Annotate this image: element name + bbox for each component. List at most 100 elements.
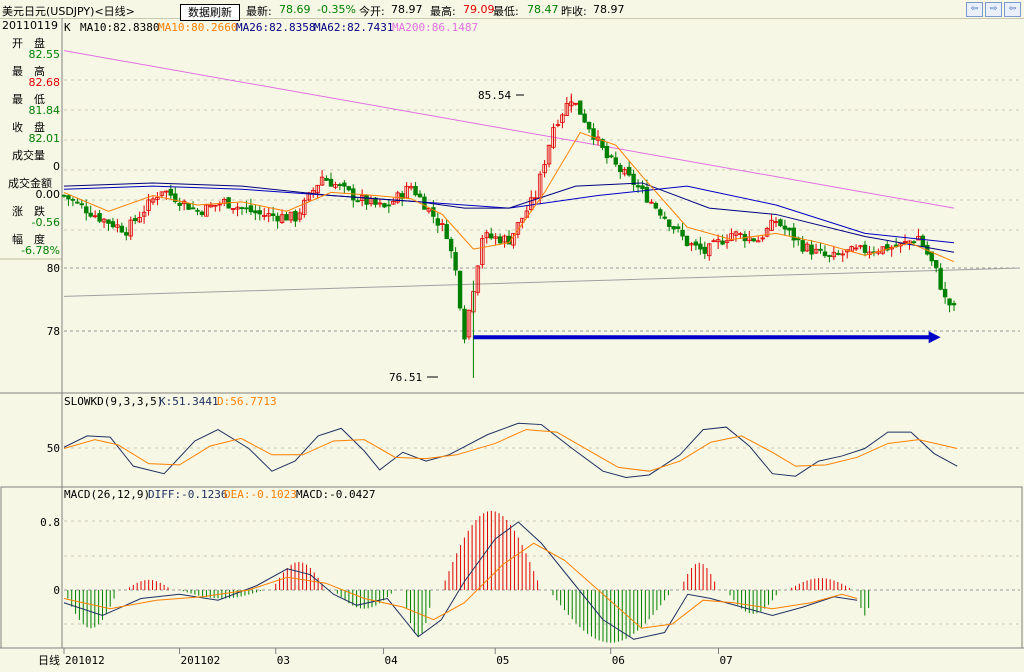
macd-value-label: MACD:-0.0427 (296, 488, 375, 501)
candle-body (934, 260, 939, 268)
candle-body (635, 185, 641, 188)
candle-body (822, 251, 828, 257)
ma10-polyline (63, 131, 955, 263)
close-price-value: 82.01 (28, 132, 61, 145)
support-arrow (473, 331, 941, 344)
candle-body (195, 209, 200, 212)
pct-value: -6.78% (21, 244, 60, 257)
candle-body (444, 224, 449, 240)
candle-body (578, 100, 583, 115)
candle-body (662, 216, 667, 219)
candle-body (693, 241, 699, 246)
high-price-value: 82.68 (28, 76, 61, 89)
candle-body (70, 198, 76, 201)
candle-body (626, 166, 632, 176)
x-tick-label: 05 (496, 654, 509, 667)
candle-body (791, 227, 796, 241)
candle-body (75, 201, 80, 204)
candle-body (836, 253, 841, 255)
candle-body (66, 195, 71, 200)
candle-body (355, 200, 360, 203)
quote-info-panel: 20110119 开 盘 82.55 最 高 82.68 最 低 81.84 收… (0, 19, 62, 259)
macd-panel-frame (0, 486, 1023, 649)
candle-body (199, 211, 205, 215)
volume-label: 成交量 (12, 149, 45, 162)
ma26-legend: MA26:82.8358 (236, 21, 315, 34)
ma10b-legend: MA10:80.2660 (158, 21, 237, 34)
candle-body (244, 207, 249, 210)
candle-body (186, 203, 191, 210)
candle-body (644, 186, 650, 203)
grid-lines (0, 18, 1024, 649)
arrow-head (928, 331, 941, 344)
amount-value: 0.00 (35, 188, 61, 201)
slowkd-lines (63, 422, 958, 478)
candle-body (106, 219, 111, 224)
x-tick-label: 201012 (65, 654, 105, 667)
candle-body (929, 251, 934, 262)
kd-k-polyline (63, 422, 958, 478)
candle-body (346, 186, 351, 191)
candle-body (751, 238, 756, 242)
candle-body (386, 204, 392, 207)
candle-body (787, 227, 792, 231)
candle-body (920, 235, 926, 247)
candle-body (248, 205, 254, 213)
candle-body (257, 210, 262, 215)
candle-body (818, 248, 823, 251)
change-value: -0.56 (31, 216, 60, 229)
macd-y-tick-08: 0.8 (40, 516, 60, 529)
candle-body (275, 215, 280, 222)
trend-line (63, 267, 1021, 297)
candle-body (61, 194, 67, 197)
x-tick-label: 07 (720, 654, 733, 667)
macd-y-tick-0: 0 (53, 584, 60, 597)
candle-body (951, 303, 957, 306)
candle-body (680, 229, 685, 237)
candle-body (618, 165, 623, 172)
candle-body (413, 186, 418, 196)
kd-y-tick-50: 50 (47, 442, 60, 455)
k-legend: K (64, 21, 71, 34)
candle-body (698, 243, 703, 250)
candle-body (239, 207, 245, 210)
candle-body (364, 194, 369, 205)
candle-body (586, 121, 592, 130)
ma10-legend: MA10:82.8380 (80, 21, 159, 34)
candle-body (119, 225, 125, 233)
candle-body (675, 226, 681, 229)
candle-body (462, 308, 467, 340)
kd-title: SLOWKD(9,3,3,5) (64, 395, 163, 408)
y-tick-78: 78 (47, 325, 60, 338)
candle-body (911, 241, 917, 244)
x-tick-label: 04 (385, 654, 399, 667)
candle-body (417, 193, 423, 198)
candle-body (809, 244, 814, 255)
trend-polyline (63, 267, 1021, 297)
candle-body (270, 213, 276, 217)
candle-body (132, 218, 138, 222)
ma200-legend: MA200:86.1487 (392, 21, 478, 34)
candle-body (604, 145, 610, 159)
candle-body (422, 196, 427, 210)
candle-body (653, 202, 659, 209)
x-axis-ticks: 201012 201102 03 04 05 06 07 (63, 648, 733, 667)
candle-body (177, 202, 182, 206)
candle-body (497, 236, 503, 244)
candle-body (324, 178, 329, 181)
candle-body (778, 219, 783, 227)
candle-body (337, 184, 343, 186)
candle-body (453, 252, 458, 271)
candle-body (800, 240, 805, 252)
kd-d-polyline (63, 429, 958, 472)
candle-body (667, 219, 672, 227)
candle-body (79, 203, 84, 206)
candle-body (782, 225, 788, 230)
sidebar-date: 20110119 (2, 19, 58, 32)
candle-body (190, 207, 196, 210)
kd-k-label: K:51.3441 (159, 395, 219, 408)
candle-body (609, 155, 614, 158)
candle-body (435, 218, 440, 226)
candle-body (613, 157, 618, 165)
candle-body (168, 188, 173, 196)
